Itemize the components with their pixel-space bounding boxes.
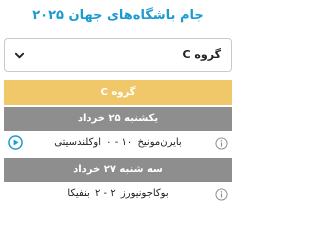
home-team: بایرن‌مونیخ [137,137,182,148]
match-teams: بوکاجونیورز ۲ - ۲ بنفیکا [4,188,232,199]
group-select[interactable]: گروه C [4,38,232,72]
match-row[interactable]: بایرن‌مونیخ ۱۰ - ۰ اوکلندسیتی [4,131,232,157]
away-team: اوکلندسیتی [54,137,101,148]
play-icon[interactable] [8,135,23,150]
day-header: یکشنبه ۲۵ خرداد [4,107,232,131]
home-team: بوکاجونیورز [120,188,169,199]
chevron-down-icon [14,52,25,59]
match-score: ۱۰ - ۰ [106,137,133,148]
match-row[interactable]: بوکاجونیورز ۲ - ۲ بنفیکا [4,182,232,208]
page-title: جام باشگاه‌های جهان ۲۰۲۵ [32,8,204,23]
group-select-value: گروه C [182,48,221,61]
match-score: ۲ - ۲ [95,188,116,199]
match-teams: بایرن‌مونیخ ۱۰ - ۰ اوکلندسیتی [4,137,232,148]
day-header: سه شنبه ۲۷ خرداد [4,158,232,182]
group-header: گروه C [4,80,232,105]
page: جام باشگاه‌های جهان ۲۰۲۵ گروه C گروه C ی… [0,0,236,210]
away-team: بنفیکا [67,188,90,199]
